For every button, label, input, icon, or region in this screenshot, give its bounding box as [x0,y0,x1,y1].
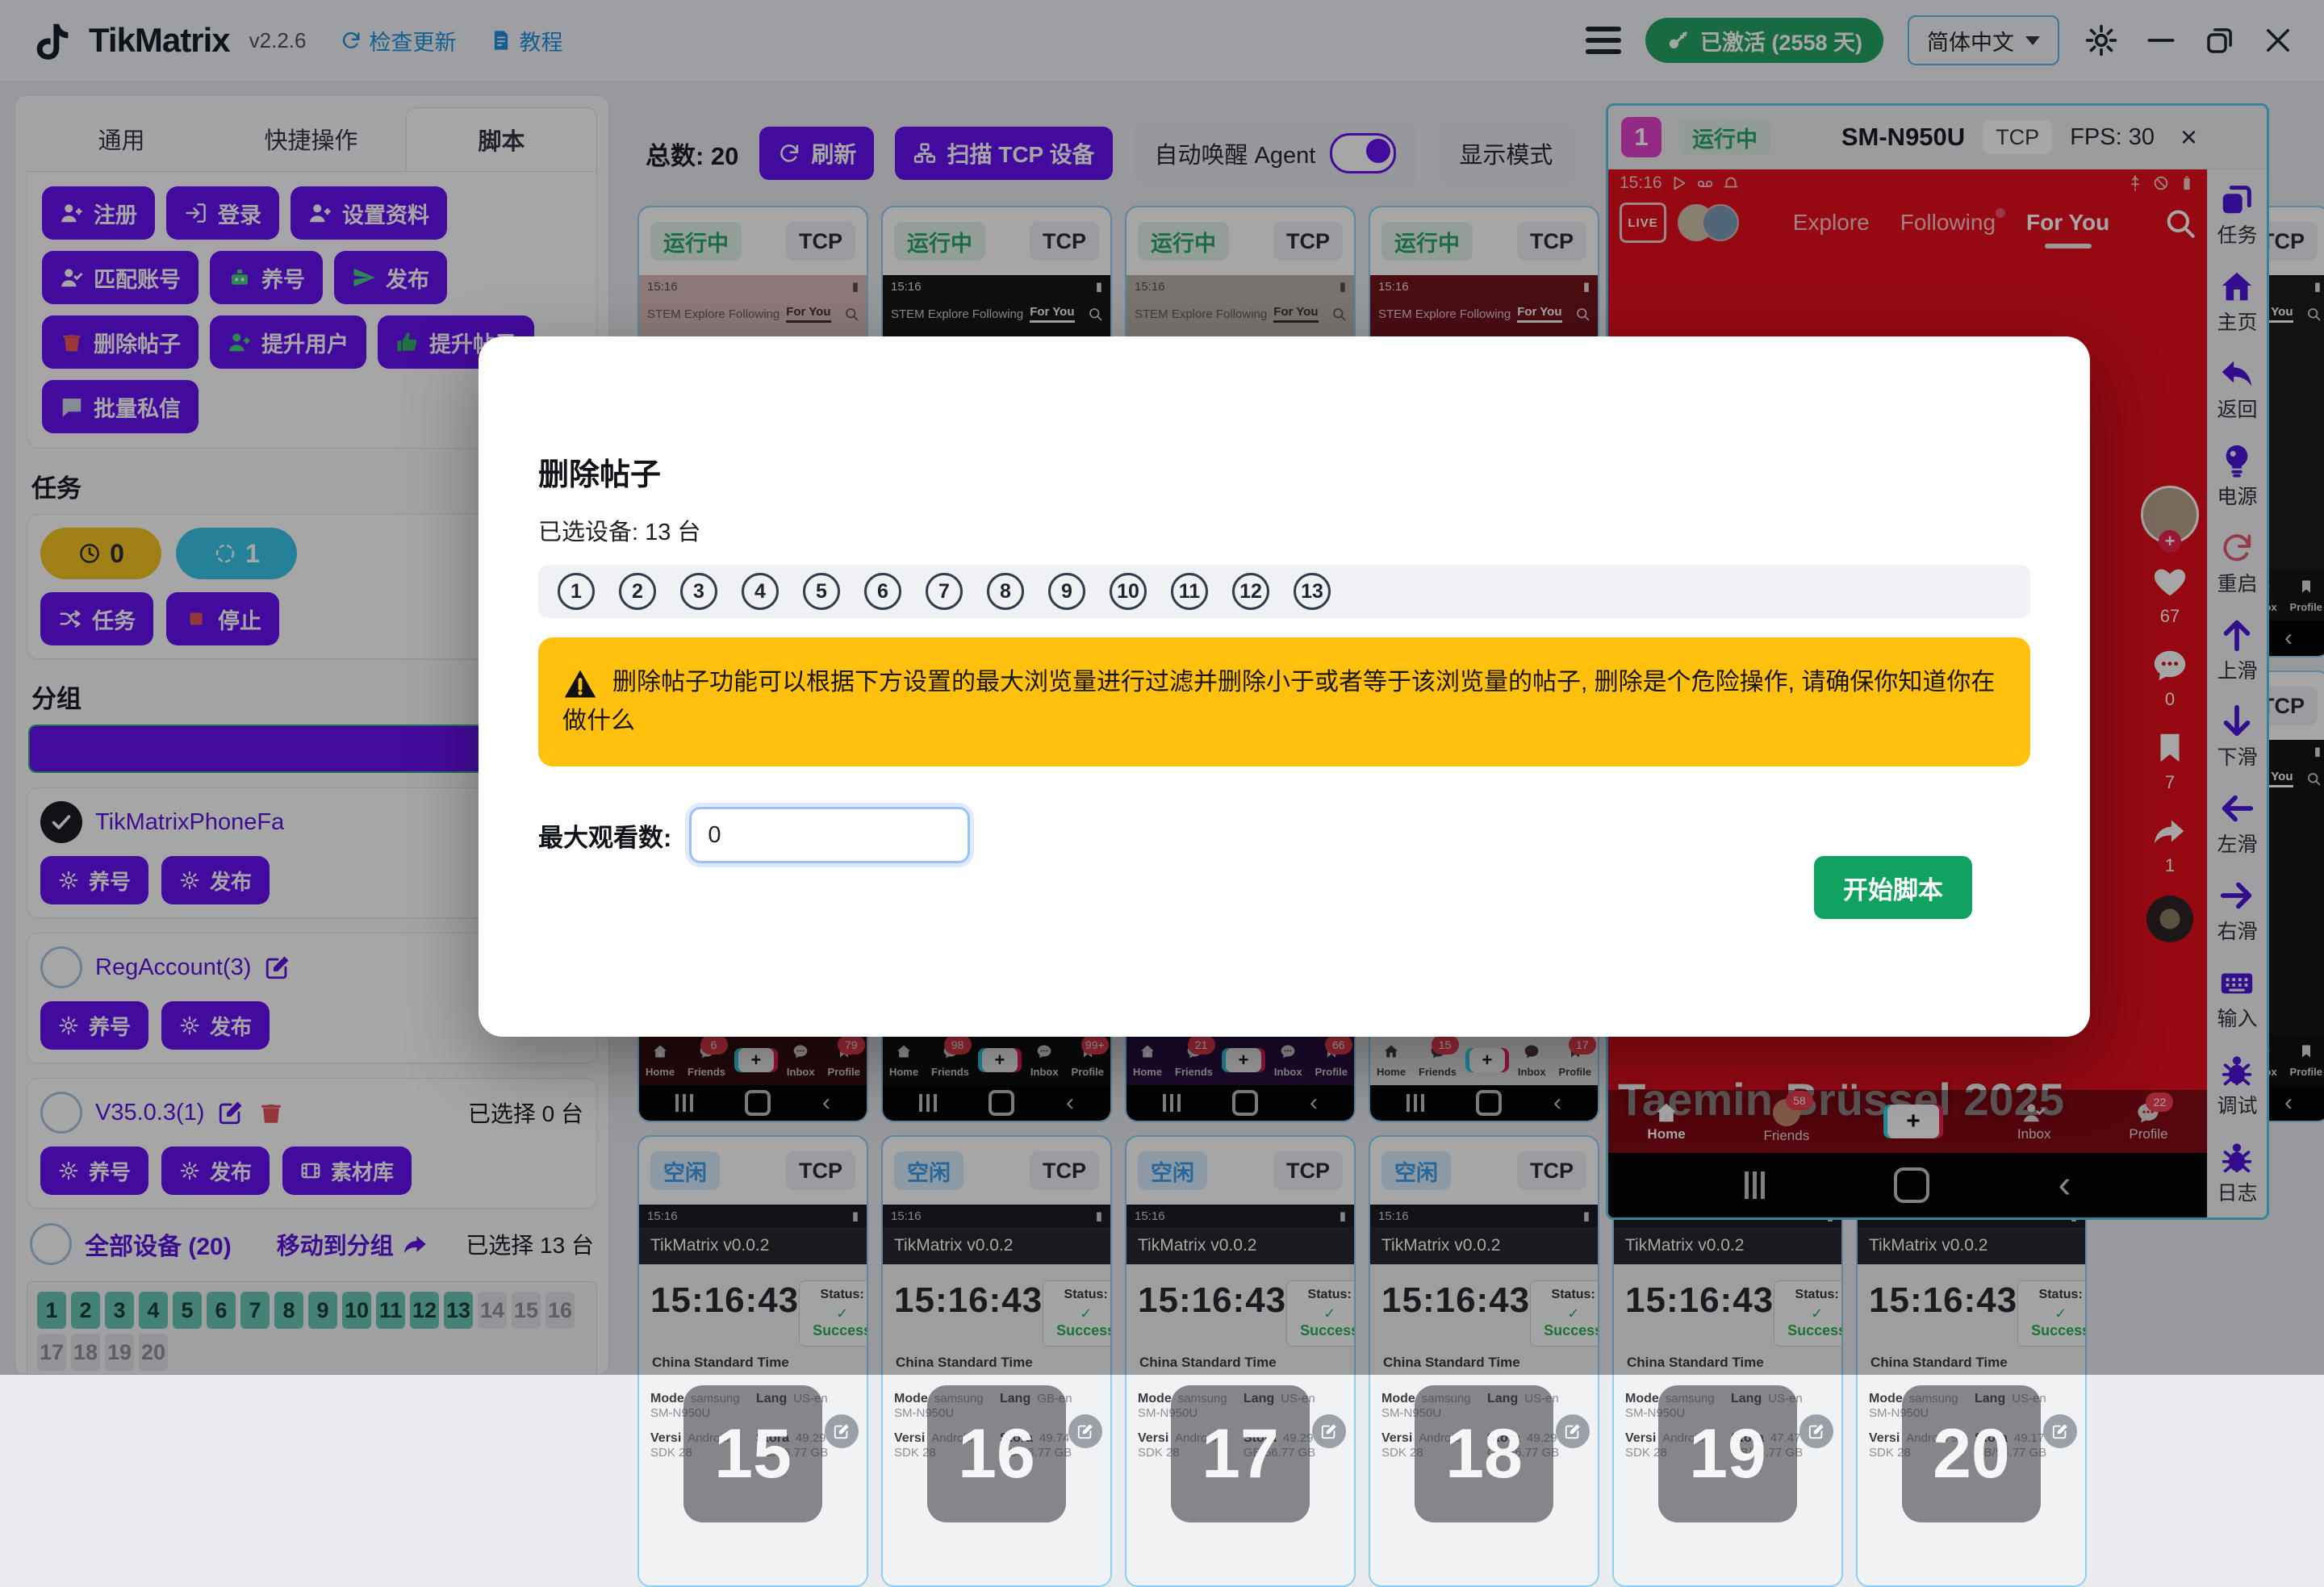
info-label: Versi [894,1431,925,1445]
device-chip-10[interactable]: 10 [1110,573,1147,610]
info-label: Mode [650,1392,684,1405]
info-label: Mode [1625,1392,1659,1405]
device-chip-4[interactable]: 4 [742,573,779,610]
info-label: Mode [894,1392,928,1405]
device-index-overlay: 19 [1658,1385,1797,1522]
device-index-overlay: 20 [1902,1385,2041,1522]
warning-banner: 删除帖子功能可以根据下方设置的最大浏览量进行过滤并删除小于或者等于该浏览量的帖子… [538,637,2030,766]
selected-devices-label: 已选设备: 13 台 [538,513,2030,547]
device-chip-3[interactable]: 3 [680,573,717,610]
start-script-button[interactable]: 开始脚本 [1814,856,1972,919]
info-label: Versi [1381,1431,1412,1445]
info-label: Mode [1869,1392,1903,1405]
max-views-label: 最大观看数: [538,817,671,854]
device-index-overlay: 18 [1415,1385,1553,1522]
device-index-overlay: 17 [1171,1385,1310,1522]
device-index-overlay: 16 [927,1385,1066,1522]
device-index-overlay: 15 [683,1385,822,1522]
device-chip-7[interactable]: 7 [926,573,963,610]
warning-icon [562,666,598,702]
device-chip-6[interactable]: 6 [864,573,901,610]
device-chip-12[interactable]: 12 [1232,573,1269,610]
selected-device-chips: 12345678910111213 [538,565,2030,618]
max-views-input[interactable] [689,807,970,863]
device-chip-13[interactable]: 13 [1294,573,1331,610]
edit-device-icon[interactable] [1556,1414,1590,1448]
device-chip-2[interactable]: 2 [619,573,656,610]
device-chip-5[interactable]: 5 [803,573,840,610]
info-label: Mode [1381,1392,1415,1405]
info-label: Versi [1869,1431,1900,1445]
device-chip-1[interactable]: 1 [558,573,595,610]
info-label: Versi [1625,1431,1656,1445]
edit-device-icon[interactable] [1799,1414,1833,1448]
edit-device-icon[interactable] [1312,1414,1346,1448]
edit-device-icon[interactable] [2043,1414,2077,1448]
info-label: Versi [650,1431,681,1445]
delete-posts-modal: 删除帖子 已选设备: 13 台 12345678910111213 删除帖子功能… [479,336,2090,1037]
info-label: Mode [1138,1392,1172,1405]
edit-device-icon[interactable] [825,1414,859,1448]
edit-device-icon[interactable] [1068,1414,1102,1448]
device-chip-8[interactable]: 8 [987,573,1024,610]
device-chip-11[interactable]: 11 [1171,573,1208,610]
modal-title: 删除帖子 [538,336,2030,494]
info-label: Versi [1138,1431,1168,1445]
warning-text: 删除帖子功能可以根据下方设置的最大浏览量进行过滤并删除小于或者等于该浏览量的帖子… [562,669,1995,734]
device-chip-9[interactable]: 9 [1048,573,1085,610]
